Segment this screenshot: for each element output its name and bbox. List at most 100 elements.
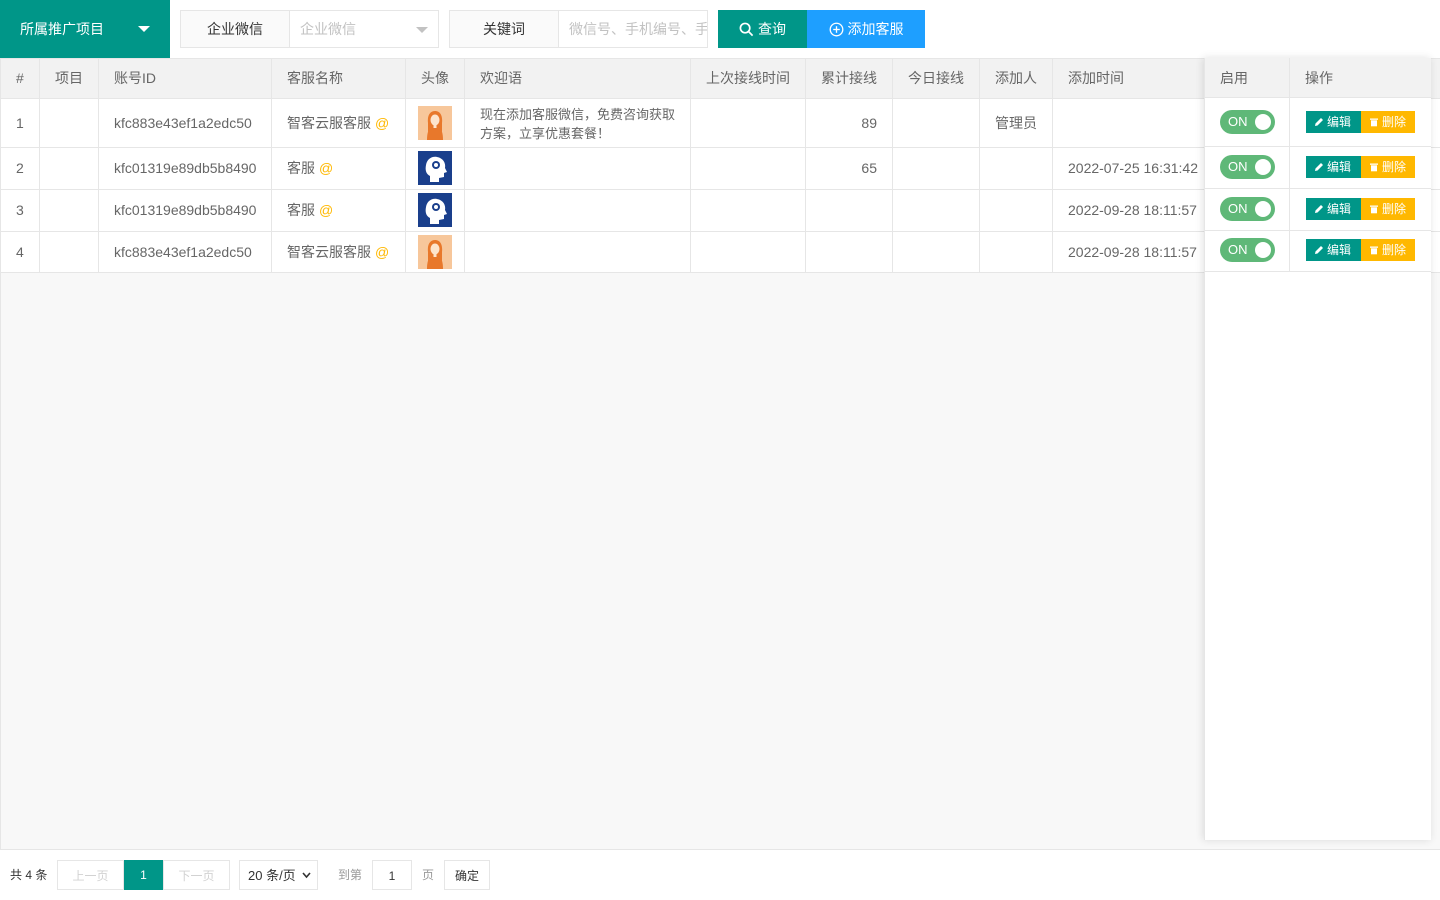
cell-project <box>40 148 99 189</box>
cell-project <box>40 232 99 272</box>
project-select[interactable]: 所属推广项目 <box>0 0 170 58</box>
cell-enabled: ON <box>1205 189 1290 230</box>
cs-name-text: 智客云服客服 <box>287 115 371 131</box>
toggle-knob <box>1255 159 1271 175</box>
at-icon[interactable]: @ <box>319 160 333 176</box>
enable-toggle[interactable]: ON <box>1220 197 1275 221</box>
pagination: 共 4 条 上一页 1 下一页 20 条/页 到第 1 页 确定 <box>0 849 1440 900</box>
at-icon[interactable]: @ <box>319 202 333 218</box>
col-cs-name: 客服名称 <box>272 59 406 98</box>
toggle-label: ON <box>1228 159 1248 174</box>
toggle-label: ON <box>1228 242 1248 257</box>
trash-icon <box>1370 205 1378 214</box>
col-project: 项目 <box>40 59 99 98</box>
goto-page-input[interactable]: 1 <box>372 860 412 890</box>
trash-icon <box>1370 163 1378 172</box>
head-icon[interactable] <box>418 151 452 185</box>
add-service-button[interactable]: 添加客服 <box>807 10 925 48</box>
cell-adder <box>980 148 1053 189</box>
delete-button-label: 删除 <box>1382 202 1407 216</box>
female-avatar-icon[interactable] <box>418 235 452 269</box>
toggle-knob <box>1255 201 1271 217</box>
wecom-label: 企业微信 <box>180 10 290 48</box>
pencil-icon <box>1315 246 1323 254</box>
page-size-value: 20 条/页 <box>248 868 296 883</box>
caret-down-icon <box>416 27 428 33</box>
toggle-label: ON <box>1228 201 1248 216</box>
edit-button[interactable]: 编辑 <box>1306 239 1361 261</box>
cell-adder <box>980 232 1053 272</box>
prev-page-button[interactable]: 上一页 <box>57 860 124 890</box>
at-icon[interactable]: @ <box>375 115 389 131</box>
col-welcome: 欢迎语 <box>465 59 691 98</box>
cell-account-id: kfc883e43ef1a2edc50 <box>99 232 272 272</box>
filter-toolbar: 所属推广项目 企业微信 企业微信 关键词 微信号、手机编号、手 查询 添加客服 <box>0 0 1440 58</box>
cell-today <box>893 148 980 189</box>
cell-index: 2 <box>1 148 40 189</box>
delete-button[interactable]: 删除 <box>1361 239 1415 261</box>
cell-adder <box>980 190 1053 231</box>
page-size-select[interactable]: 20 条/页 <box>239 860 318 890</box>
cell-actions: 编辑 删除 <box>1290 98 1431 146</box>
goto-label: 到第 <box>338 868 363 882</box>
add-circle-icon <box>829 22 843 37</box>
delete-button-label: 删除 <box>1382 115 1407 129</box>
cell-welcome <box>465 190 691 231</box>
enable-toggle[interactable]: ON <box>1220 110 1275 134</box>
cell-total: 89 <box>806 99 893 147</box>
col-add-time: 添加时间 <box>1053 59 1205 98</box>
cell-cs-name: 智客云服客服 @ <box>272 232 406 272</box>
edit-button-label: 编辑 <box>1327 115 1352 129</box>
col-today: 今日接线 <box>893 59 980 98</box>
add-service-button-label: 添加客服 <box>847 21 904 37</box>
cell-actions: 编辑 删除 <box>1290 189 1431 230</box>
head-icon[interactable] <box>418 193 452 227</box>
edit-button-label: 编辑 <box>1327 160 1352 174</box>
chevron-down-icon <box>302 872 311 879</box>
search-icon <box>739 22 754 37</box>
cs-name-text: 客服 <box>287 160 315 176</box>
enable-toggle[interactable]: ON <box>1220 238 1275 262</box>
cell-enabled: ON <box>1205 147 1290 188</box>
toggle-label: ON <box>1228 114 1248 129</box>
cell-today <box>893 232 980 272</box>
at-icon[interactable]: @ <box>375 244 389 260</box>
edit-button[interactable]: 编辑 <box>1306 198 1361 220</box>
cell-account-id: kfc01319e89db5b8490 <box>99 148 272 189</box>
current-page[interactable]: 1 <box>124 860 163 890</box>
delete-button[interactable]: 删除 <box>1361 156 1415 178</box>
cell-last-time <box>691 148 806 189</box>
female-avatar-icon[interactable] <box>418 106 452 140</box>
col-last-time: 上次接线时间 <box>691 59 806 98</box>
cell-avatar <box>406 190 465 231</box>
col-index: # <box>1 59 40 98</box>
edit-button[interactable]: 编辑 <box>1306 111 1361 133</box>
pencil-icon <box>1315 163 1323 171</box>
cell-project <box>40 99 99 147</box>
pencil-icon <box>1315 118 1323 126</box>
goto-confirm-button[interactable]: 确定 <box>444 860 490 890</box>
wecom-select[interactable]: 企业微信 <box>290 10 439 48</box>
cell-project <box>40 190 99 231</box>
next-page-button[interactable]: 下一页 <box>163 860 230 890</box>
keyword-label: 关键词 <box>449 10 559 48</box>
edit-button[interactable]: 编辑 <box>1306 156 1361 178</box>
enable-toggle[interactable]: ON <box>1220 155 1275 179</box>
cs-name-text: 智客云服客服 <box>287 244 371 260</box>
table-row: ON 编辑 删除 <box>1205 147 1431 189</box>
keyword-input[interactable]: 微信号、手机编号、手 <box>559 10 708 48</box>
toggle-knob <box>1255 114 1271 130</box>
cell-account-id: kfc01319e89db5b8490 <box>99 190 272 231</box>
cell-index: 4 <box>1 232 40 272</box>
cell-welcome <box>465 148 691 189</box>
cell-actions: 编辑 删除 <box>1290 147 1431 188</box>
cell-cs-name: 客服 @ <box>272 148 406 189</box>
delete-button[interactable]: 删除 <box>1361 198 1415 220</box>
delete-button-label: 删除 <box>1382 243 1407 257</box>
cell-add-time: 2022-09-28 18:11:57 <box>1053 190 1205 231</box>
query-button[interactable]: 查询 <box>718 10 807 48</box>
cell-adder: 管理员 <box>980 99 1053 147</box>
delete-button[interactable]: 删除 <box>1361 111 1415 133</box>
cell-avatar <box>406 99 465 147</box>
cs-name-text: 客服 <box>287 202 315 218</box>
